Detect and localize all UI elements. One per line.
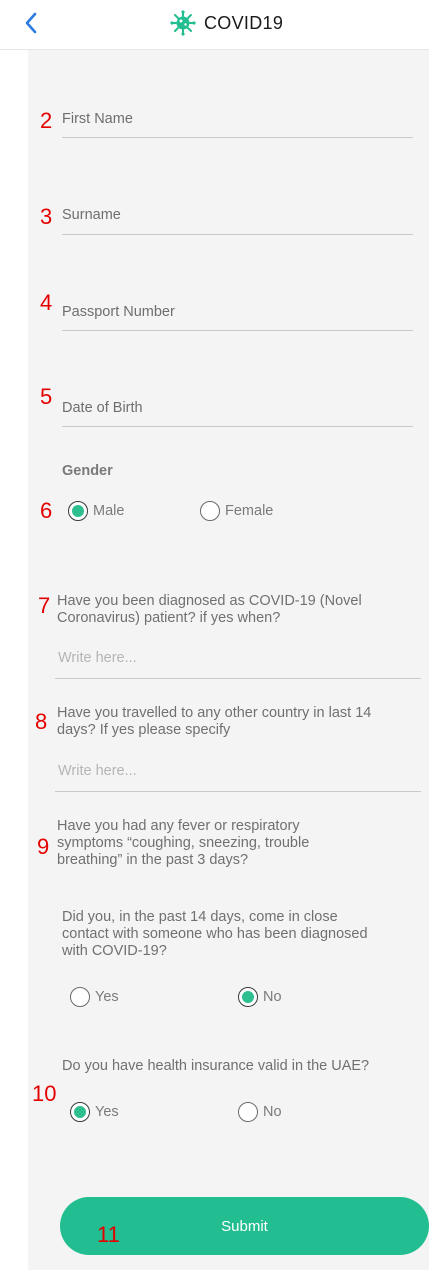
insurance-yes-radio[interactable]: Yes: [70, 1102, 119, 1122]
diagnosed-answer-input[interactable]: Write here...: [58, 650, 137, 666]
radio-checked-icon: [68, 501, 88, 521]
contact-no-radio[interactable]: No: [238, 987, 282, 1007]
radio-unchecked-icon: [238, 1102, 258, 1122]
radio-unchecked-icon: [200, 501, 220, 521]
question-travel-line2: days? If yes please specify: [57, 722, 231, 738]
passport-number-field[interactable]: Passport Number: [62, 304, 175, 320]
radio-checked-icon: [238, 987, 258, 1007]
chevron-left-icon: [25, 12, 37, 34]
contact-yes-radio[interactable]: Yes: [70, 987, 119, 1007]
radio-unchecked-icon: [70, 987, 90, 1007]
virus-icon: [170, 10, 196, 36]
gender-label: Gender: [62, 463, 113, 479]
gender-male-radio[interactable]: Male: [68, 501, 124, 521]
annotation-number: 9: [37, 834, 50, 859]
question-fever-line2: symptoms “coughing, sneezing, trouble: [57, 835, 310, 851]
annotation-number: 11: [97, 1222, 120, 1247]
travel-answer-input[interactable]: Write here...: [58, 763, 137, 779]
question-insurance: Do you have health insurance valid in th…: [62, 1058, 370, 1074]
annotation-number: 2: [40, 108, 53, 133]
question-contact-line2: contact with someone who has been diagno…: [62, 926, 368, 942]
first-name-field[interactable]: First Name: [62, 111, 133, 127]
page-title: COVID19: [204, 12, 284, 33]
annotation-number: 4: [40, 290, 53, 315]
gender-female-radio[interactable]: Female: [200, 501, 273, 521]
annotation-number: 3: [40, 204, 53, 229]
insurance-no-label: No: [263, 1104, 282, 1120]
contact-no-label: No: [263, 989, 282, 1005]
question-diagnosed-line2: Coronavirus) patient? if yes when?: [57, 610, 281, 626]
annotation-number: 10: [32, 1081, 57, 1106]
date-of-birth-field[interactable]: Date of Birth: [62, 400, 143, 416]
insurance-yes-label: Yes: [95, 1104, 119, 1120]
header-title-group: COVID19: [170, 8, 283, 38]
travel-underline: [55, 791, 421, 792]
app-header: COVID19: [0, 0, 429, 50]
passport-underline: [62, 330, 413, 331]
annotation-number: 5: [40, 384, 53, 409]
radio-checked-icon: [70, 1102, 90, 1122]
submit-label: Submit: [221, 1217, 268, 1235]
surname-underline: [62, 234, 413, 235]
annotation-number: 6: [40, 498, 53, 523]
question-travel-line1: Have you travelled to any other country …: [57, 705, 372, 721]
surname-field[interactable]: Surname: [62, 207, 121, 223]
question-fever-line3: breathing” in the past 3 days?: [57, 852, 249, 868]
question-contact-line1: Did you, in the past 14 days, come in cl…: [62, 909, 338, 925]
contact-yes-label: Yes: [95, 989, 119, 1005]
question-diagnosed-line1: Have you been diagnosed as COVID-19 (Nov…: [57, 593, 362, 609]
gender-male-label: Male: [93, 503, 125, 519]
annotation-number: 7: [38, 593, 51, 618]
question-fever-line1: Have you had any fever or respiratory: [57, 818, 300, 834]
back-button[interactable]: [18, 8, 48, 38]
gender-female-label: Female: [225, 503, 274, 519]
diagnosed-underline: [55, 678, 421, 679]
annotation-number: 8: [35, 709, 48, 734]
dob-underline: [62, 426, 413, 427]
insurance-no-radio[interactable]: No: [238, 1102, 282, 1122]
first-name-underline: [62, 137, 413, 138]
question-contact-line3: with COVID-19?: [62, 943, 167, 959]
